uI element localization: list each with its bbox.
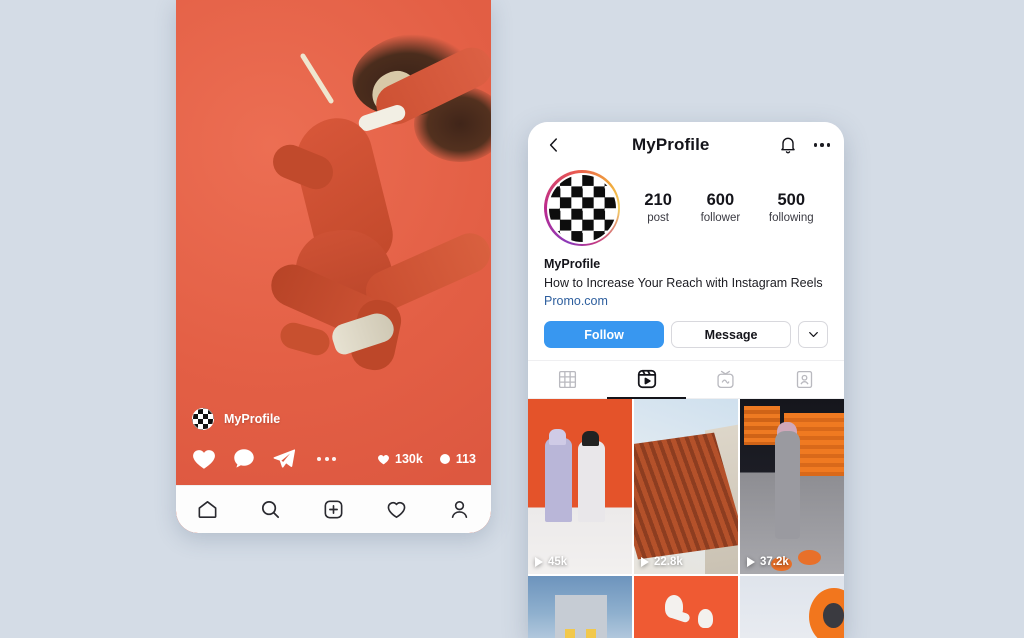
heart-icon[interactable]	[191, 446, 217, 472]
checkerboard-avatar	[192, 408, 214, 430]
play-icon	[535, 557, 543, 567]
bio-description: How to Increase Your Reach with Instagra…	[544, 275, 823, 290]
reel-thumbnail	[528, 399, 632, 574]
post-engagement: 130k 113	[377, 452, 476, 466]
stat-label: following	[768, 211, 814, 224]
grid-item[interactable]	[634, 576, 738, 638]
reel-thumbnail	[634, 399, 738, 574]
like-count-value: 130k	[395, 452, 423, 466]
tab-tagged[interactable]	[765, 361, 844, 399]
view-count-value: 22.8k	[654, 556, 683, 568]
view-count: 22.8k	[641, 556, 683, 568]
more-dots-icon[interactable]	[813, 143, 830, 147]
stat-value: 210	[644, 191, 672, 210]
play-icon	[641, 557, 649, 567]
profile-phone: MyProfile 210 post 600 follower 500 foll…	[528, 122, 844, 638]
chevron-down-icon[interactable]	[798, 321, 828, 348]
profile-stats: 210 post 600 follower 500 following	[624, 191, 828, 225]
grid-item[interactable]	[528, 576, 632, 638]
reels-icon	[637, 369, 656, 389]
view-count: 37.2k	[747, 556, 789, 568]
reel-thumbnail	[740, 399, 844, 574]
share-icon[interactable]	[271, 446, 297, 472]
post-action-row: 130k 113	[191, 446, 476, 472]
stat-posts[interactable]: 210 post	[644, 191, 672, 225]
follow-button[interactable]: Follow	[544, 321, 665, 348]
stat-label: post	[647, 211, 669, 224]
stat-label: follower	[700, 211, 741, 224]
play-icon	[747, 557, 755, 567]
tab-reels[interactable]	[607, 361, 686, 399]
grid-item[interactable]: 22.8k	[634, 399, 738, 574]
checkerboard-avatar	[546, 172, 618, 244]
stat-followers[interactable]: 600 follower	[701, 191, 741, 225]
bottom-nav	[176, 485, 491, 533]
grid-icon	[558, 370, 577, 389]
profile-bio: MyProfile How to Increase Your Reach wit…	[528, 246, 844, 310]
comment-count-value: 113	[455, 452, 476, 466]
reel-thumbnail	[634, 576, 738, 638]
nav-add-post[interactable]	[322, 498, 345, 521]
tagged-icon	[796, 370, 813, 389]
message-button[interactable]: Message	[671, 321, 791, 348]
grid-item[interactable]	[740, 576, 844, 638]
more-dots-icon[interactable]	[317, 457, 336, 461]
avatar[interactable]	[544, 170, 620, 246]
tab-igtv[interactable]	[686, 361, 765, 399]
bio-name: MyProfile	[544, 257, 601, 271]
post-author-name: MyProfile	[224, 412, 281, 426]
grid-item[interactable]: 37.2k	[740, 399, 844, 574]
heart-icon	[378, 454, 389, 464]
like-count: 130k	[377, 452, 423, 466]
comment-icon	[439, 454, 450, 464]
stat-following[interactable]: 500 following	[769, 191, 814, 225]
profile-tabs	[528, 360, 844, 399]
nav-profile[interactable]	[448, 498, 471, 521]
comment-icon[interactable]	[231, 446, 257, 472]
bell-icon[interactable]	[776, 135, 800, 155]
view-count: 45k	[535, 556, 567, 568]
comment-count: 113	[439, 452, 476, 466]
profile-actions: Follow Message	[528, 310, 844, 348]
reels-grid: 45k 22.8k 37.2k	[528, 399, 844, 638]
bio-link[interactable]: Promo.com	[544, 292, 828, 310]
page-title: MyProfile	[632, 135, 710, 154]
chevron-left-icon[interactable]	[542, 136, 566, 154]
post-author[interactable]: MyProfile	[192, 408, 280, 430]
grid-item[interactable]: 45k	[528, 399, 632, 574]
view-count-value: 37.2k	[760, 556, 789, 568]
nav-search[interactable]	[259, 498, 282, 521]
profile-summary: 210 post 600 follower 500 following	[528, 168, 844, 246]
nav-activity[interactable]	[385, 498, 408, 521]
feed-phone: MyProfile 130k 113	[176, 0, 491, 533]
stat-value: 500	[777, 191, 806, 210]
profile-header: MyProfile	[528, 122, 844, 168]
stat-value: 600	[706, 191, 735, 210]
tab-grid[interactable]	[528, 361, 607, 399]
view-count-value: 45k	[548, 556, 568, 568]
reel-thumbnail	[528, 576, 632, 638]
nav-home[interactable]	[196, 498, 219, 521]
reel-thumbnail	[740, 576, 844, 638]
igtv-icon	[717, 370, 734, 389]
